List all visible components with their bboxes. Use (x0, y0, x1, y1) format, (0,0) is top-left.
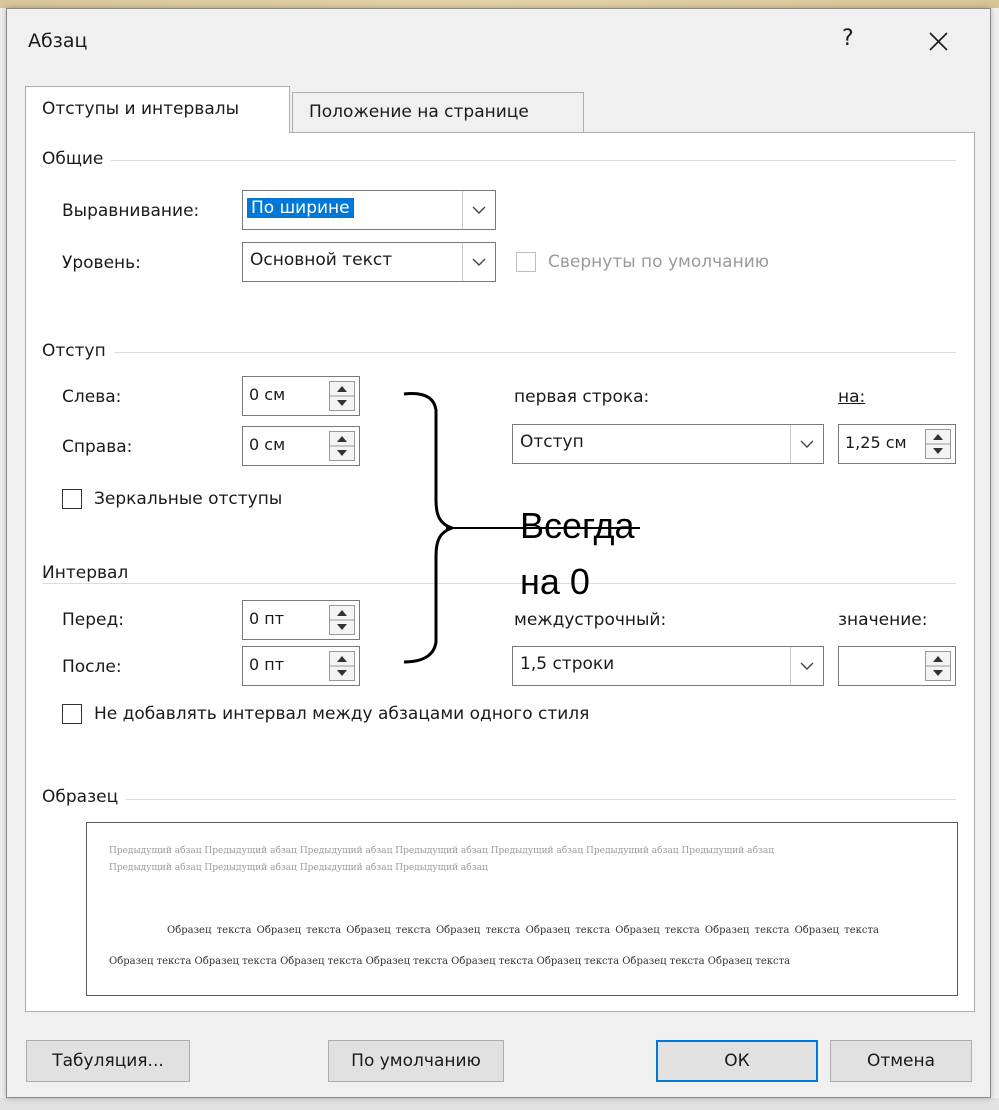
tab-indents-spacing[interactable]: Отступы и интервалы (25, 86, 290, 133)
screen: Абзац ? Отступы и интервалы Положение на… (0, 0, 999, 1110)
annotation-brace (403, 392, 640, 664)
annotation-text-line2: на 0 (520, 561, 590, 602)
annotation-text-line1: Всегда (520, 505, 635, 546)
